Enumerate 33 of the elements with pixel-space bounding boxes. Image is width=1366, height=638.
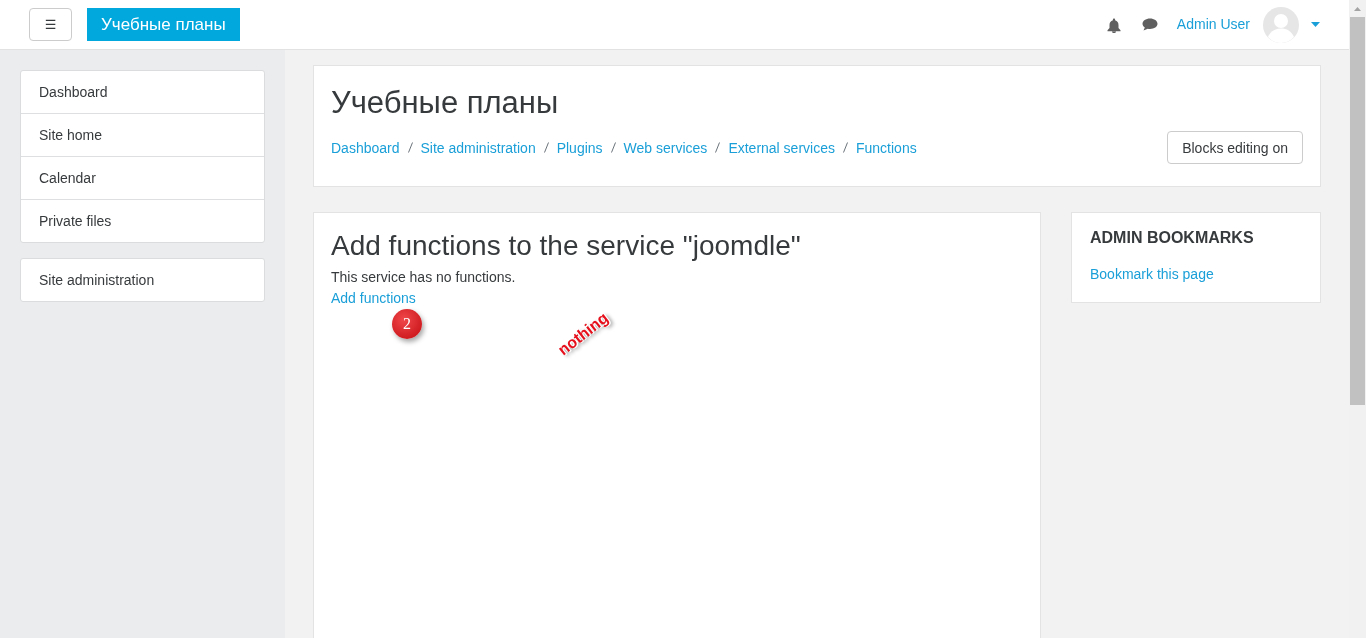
breadcrumb-separator-icon: [610, 142, 616, 153]
breadcrumb-link[interactable]: Functions: [855, 139, 917, 156]
user-name-link[interactable]: Admin User: [1176, 15, 1250, 32]
breadcrumb-link[interactable]: Dashboard: [331, 139, 400, 156]
bookmark-page-link[interactable]: Bookmark this page: [1090, 266, 1214, 282]
section-heading: Add functions to the service "joomdle": [331, 229, 802, 263]
breadcrumb-link[interactable]: Plugins: [556, 139, 603, 156]
breadcrumb-link[interactable]: Web services: [623, 139, 708, 156]
nav-drawer-item[interactable]: Site administration: [21, 259, 264, 301]
breadcrumb-separator-icon: [842, 142, 848, 153]
breadcrumb-separator-icon: [543, 142, 549, 153]
breadcrumb-link[interactable]: External services: [728, 139, 835, 156]
nav-drawer-item[interactable]: Dashboard: [21, 71, 264, 113]
nav-drawer-item[interactable]: Site home: [21, 113, 264, 156]
scroll-up-icon[interactable]: [1354, 7, 1361, 11]
speech-bubble-icon: [1141, 18, 1158, 31]
step-number-badge: 2: [392, 309, 422, 339]
nav-drawer-item[interactable]: Private files: [21, 199, 264, 242]
blocks-editing-button[interactable]: Blocks editing on: [1167, 131, 1303, 164]
breadcrumb-separator-icon: [715, 142, 721, 153]
nav-drawer-item[interactable]: Calendar: [21, 156, 264, 199]
breadcrumb-link[interactable]: Site administration: [420, 139, 536, 156]
user-avatar-icon[interactable]: [1263, 6, 1299, 43]
empty-message: This service has no functions.: [331, 268, 517, 287]
menu-button[interactable]: ☰: [29, 8, 72, 41]
caret-icon[interactable]: [1311, 22, 1320, 27]
block-title: ADMIN BOOKMARKS: [1090, 228, 1255, 248]
add-functions-link[interactable]: Add functions: [331, 290, 416, 306]
site-name-button[interactable]: Учебные планы: [87, 8, 240, 41]
scrollbar-thumb[interactable]: [1350, 17, 1365, 405]
page-title: Учебные планы: [331, 84, 560, 122]
bell-icon: [1106, 17, 1121, 33]
breadcrumb-separator-icon: [407, 142, 413, 153]
